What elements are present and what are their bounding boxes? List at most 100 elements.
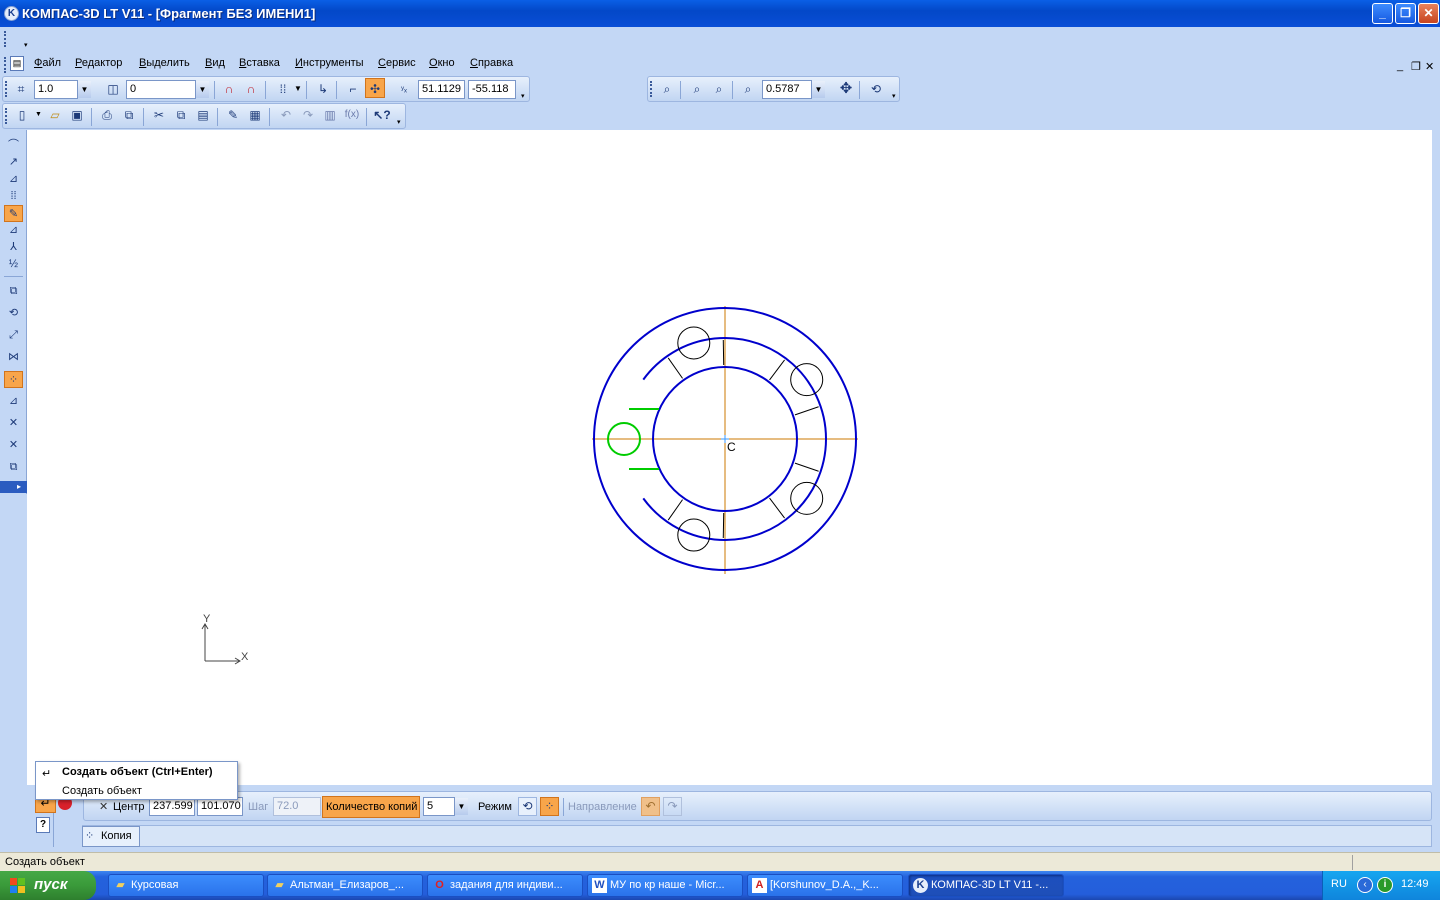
parameterization-icon[interactable]: ⁞⁞ bbox=[4, 188, 23, 205]
separator-copy-line[interactable] bbox=[794, 406, 819, 416]
toolbar-grip[interactable] bbox=[5, 81, 9, 97]
variables-icon[interactable]: f(x) bbox=[342, 105, 362, 125]
menu-view[interactable]: Вид bbox=[205, 57, 225, 69]
menu-insert[interactable]: Вставка bbox=[239, 57, 280, 69]
paste-icon[interactable]: ▤ bbox=[193, 105, 213, 125]
selection-icon[interactable]: ⅄ bbox=[4, 239, 23, 256]
mdi-minimize-button[interactable]: _ bbox=[1397, 60, 1403, 72]
local-snap-icon[interactable]: ∩ bbox=[241, 79, 261, 99]
start-button[interactable]: пуск bbox=[0, 871, 96, 900]
language-indicator[interactable]: RU bbox=[1331, 878, 1347, 890]
menu-select[interactable]: Выделить bbox=[139, 57, 190, 69]
copy-circular-icon[interactable]: ⁘ bbox=[4, 371, 23, 388]
restore-button[interactable]: ❐ bbox=[1395, 3, 1416, 24]
direction-cw-icon[interactable]: ↷ bbox=[663, 797, 682, 816]
zoom-dropdown-icon[interactable]: ▼ bbox=[811, 81, 825, 98]
zoom-in-icon[interactable]: ⌕ bbox=[687, 79, 707, 99]
layers-icon[interactable]: ◫ bbox=[103, 79, 123, 99]
toolbar-grip[interactable] bbox=[5, 108, 9, 124]
mdi-close-button[interactable]: ✕ bbox=[1425, 60, 1434, 73]
menu-tools[interactable]: Инструменты bbox=[295, 57, 364, 69]
zoom-scale-icon[interactable]: ⌕ bbox=[738, 79, 758, 99]
mdi-restore-button[interactable]: ❐ bbox=[1411, 60, 1421, 73]
task-altman[interactable]: ▰ Альтман_Елизаров_... bbox=[267, 874, 423, 897]
refresh-view-icon[interactable]: ⟲ bbox=[866, 79, 886, 99]
drawing-svg[interactable]: C Y X bbox=[27, 130, 1432, 785]
mirror-icon[interactable]: ⋈ bbox=[4, 349, 23, 366]
grid-icon[interactable]: ⁞⁞ bbox=[273, 79, 293, 99]
mode-step-icon[interactable]: ⟲ bbox=[518, 797, 537, 816]
separator-copy-line[interactable] bbox=[769, 359, 785, 381]
print-preview-icon[interactable]: ⎙ bbox=[97, 105, 117, 125]
menu-service[interactable]: Сервис bbox=[378, 57, 416, 69]
menu-editor[interactable]: Редактор bbox=[75, 57, 122, 69]
expand-arrow-icon[interactable]: ▸ bbox=[17, 482, 21, 491]
context-help-icon[interactable]: ↖? bbox=[372, 105, 392, 125]
center-point-icon[interactable]: ✕ bbox=[99, 800, 108, 813]
undo-icon[interactable]: ↶ bbox=[276, 105, 296, 125]
title-bar[interactable]: K КОМПАС-3D LT V11 - [Фрагмент БЕЗ ИМЕНИ… bbox=[0, 0, 1440, 27]
scale-icon[interactable]: ⤢ bbox=[4, 327, 23, 344]
separator-copy-line[interactable] bbox=[769, 497, 785, 519]
step-field[interactable]: 1.0 bbox=[34, 80, 78, 99]
designations-icon[interactable]: ⊿ bbox=[4, 171, 23, 188]
rotate-icon[interactable]: ⟲ bbox=[4, 305, 23, 322]
menu-window[interactable]: Окно bbox=[429, 57, 455, 69]
cut-icon[interactable]: ✂ bbox=[149, 105, 169, 125]
menu-file[interactable]: Файл bbox=[34, 57, 61, 69]
copies-count-field[interactable]: 5 bbox=[423, 797, 455, 816]
clipping-icon[interactable]: ⧉ bbox=[4, 459, 23, 476]
kompas-app-icon[interactable]: K bbox=[4, 6, 19, 21]
zoom-window-icon[interactable]: ⌕ bbox=[657, 79, 677, 99]
parametric-mode-icon[interactable]: ✣ bbox=[365, 78, 385, 98]
toolbar-options-icon[interactable]: ▾ bbox=[397, 118, 401, 126]
layer-dropdown-icon[interactable]: ▼ bbox=[195, 81, 209, 98]
document-icon[interactable]: ▤ bbox=[10, 56, 24, 71]
pan-icon[interactable]: ✥ bbox=[836, 79, 856, 99]
separator-copy-line[interactable] bbox=[667, 357, 683, 379]
document-manager-icon[interactable]: ⧉ bbox=[119, 105, 139, 125]
spec-icon[interactable]: ½ bbox=[4, 256, 23, 273]
coord-x-field[interactable]: 51.1129 bbox=[418, 80, 465, 99]
task-word[interactable]: W МУ по кр наше - Micr... bbox=[587, 874, 743, 897]
local-cs-icon[interactable]: ↳ bbox=[313, 79, 333, 99]
open-icon[interactable]: ▱ bbox=[45, 105, 65, 125]
drawing-canvas[interactable]: C Y X bbox=[27, 130, 1432, 785]
task-kompas[interactable]: K КОМПАС-3D LT V11 -... bbox=[908, 874, 1064, 897]
minimize-button[interactable]: _ bbox=[1372, 3, 1393, 24]
current-step-icon[interactable]: ⌗ bbox=[11, 79, 31, 99]
zoom-out-icon[interactable]: ⌕ bbox=[709, 79, 729, 99]
separator-copy-line[interactable] bbox=[667, 499, 683, 521]
copies-dropdown-icon[interactable]: ▼ bbox=[454, 798, 468, 815]
close-button[interactable]: ✕ bbox=[1418, 3, 1439, 24]
toolbar-options-icon[interactable]: ▾ bbox=[24, 41, 32, 49]
mode-along-circle-icon[interactable]: ⁘ bbox=[540, 797, 559, 816]
properties-icon[interactable]: ▦ bbox=[245, 105, 265, 125]
tray-arrow-icon[interactable]: ‹ bbox=[1357, 877, 1373, 893]
toolbar-options-icon[interactable]: ▾ bbox=[521, 92, 525, 100]
separator-copy-line[interactable] bbox=[794, 462, 819, 472]
toolbar-grip[interactable] bbox=[4, 31, 8, 47]
toolbar-expand-bar[interactable] bbox=[0, 481, 27, 493]
copy-icon[interactable]: ⧉ bbox=[171, 105, 191, 125]
grid-dropdown-icon[interactable]: ▼ bbox=[294, 84, 302, 93]
direction-ccw-icon[interactable]: ↶ bbox=[641, 797, 660, 816]
trim-icon[interactable]: ✕ bbox=[4, 415, 23, 432]
new-document-icon[interactable]: ▯ bbox=[12, 105, 32, 125]
task-opera[interactable]: Oзадания для индиви... bbox=[427, 874, 583, 897]
task-kursovaya[interactable]: ▰ Курсовая bbox=[108, 874, 264, 897]
menu-grip[interactable] bbox=[4, 57, 8, 73]
coord-y-field[interactable]: -55.118 bbox=[468, 80, 516, 99]
save-icon[interactable]: ▣ bbox=[67, 105, 87, 125]
dimensions-icon[interactable]: ↗ bbox=[4, 154, 23, 171]
library-manager-icon[interactable]: ▥ bbox=[320, 105, 340, 125]
info-icon[interactable]: i bbox=[1377, 877, 1393, 893]
step-dropdown-icon[interactable]: ▼ bbox=[77, 81, 91, 98]
help-icon[interactable]: ? bbox=[36, 817, 50, 833]
ortho-mode-icon[interactable]: ⌐ bbox=[343, 79, 363, 99]
shift-icon[interactable]: ⧉ bbox=[4, 283, 23, 300]
editing-icon[interactable]: ✎ bbox=[4, 205, 23, 222]
task-pdf[interactable]: A [Korshunov_D.A.,_K... bbox=[747, 874, 903, 897]
redo-icon[interactable]: ↷ bbox=[298, 105, 318, 125]
toolbar-grip[interactable] bbox=[650, 81, 654, 97]
